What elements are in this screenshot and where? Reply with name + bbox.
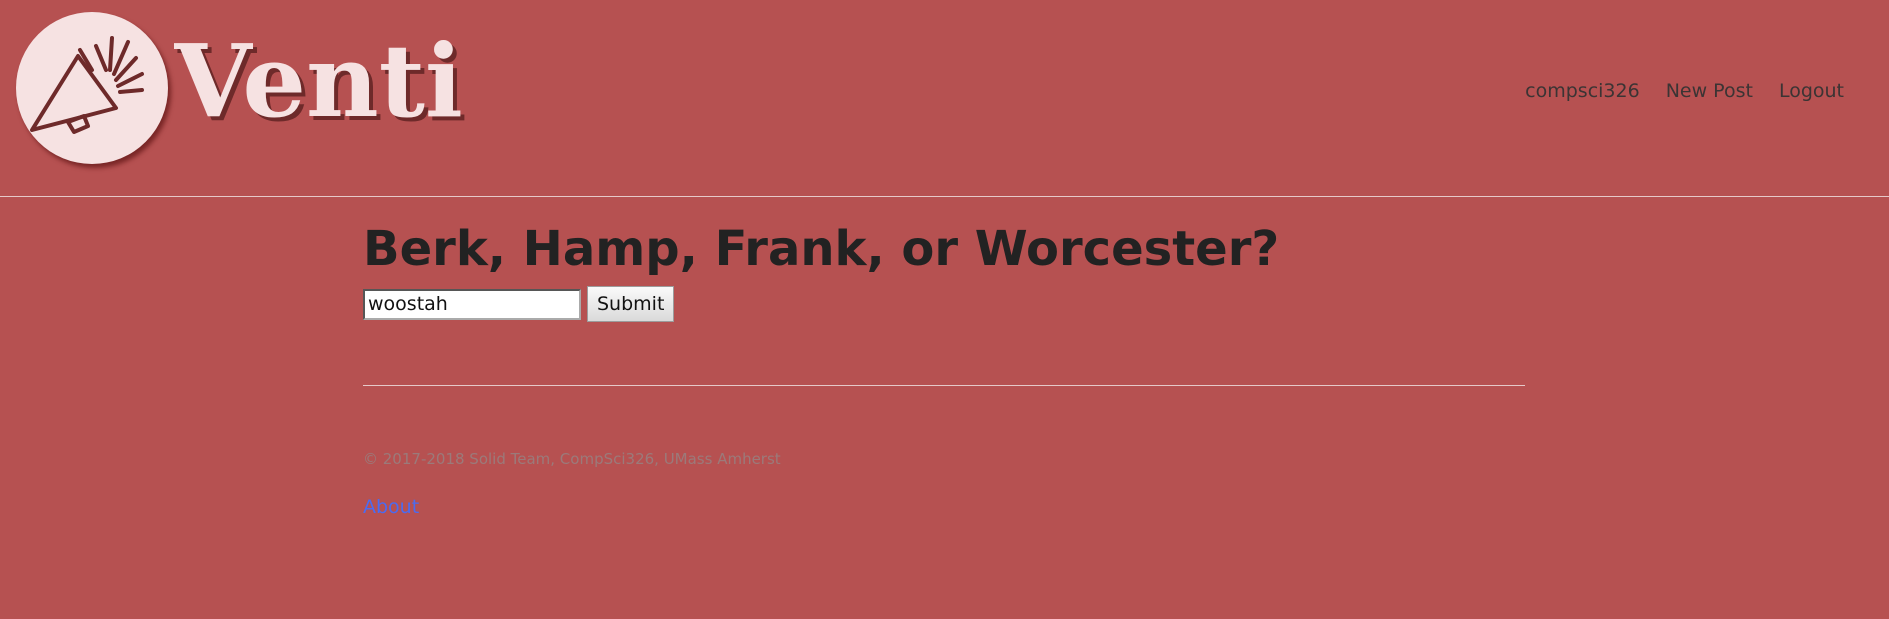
- about-link[interactable]: About: [363, 496, 419, 518]
- brand-wordmark-text: Venti: [174, 22, 463, 140]
- answer-input[interactable]: [363, 288, 581, 320]
- top-nav: compsci326 New Post Logout: [1525, 80, 1844, 102]
- main-content: Berk, Hamp, Frank, or Worcester? Submit: [363, 215, 1525, 322]
- megaphone-icon: [30, 36, 144, 134]
- answer-form: Submit: [363, 286, 1525, 322]
- nav-link-logout[interactable]: Logout: [1779, 80, 1844, 102]
- site-logo[interactable]: Venti Venti: [14, 10, 494, 170]
- copyright-text: © 2017-2018 Solid Team, CompSci326, UMas…: [363, 450, 781, 468]
- nav-link-new-post[interactable]: New Post: [1666, 80, 1753, 102]
- page-title: Berk, Hamp, Frank, or Worcester?: [363, 221, 1280, 277]
- brand-wordmark: Venti Venti: [174, 22, 467, 144]
- logo-badge: [16, 12, 168, 164]
- divider: [363, 385, 1525, 386]
- site-header: Venti Venti compsci326 New Post Logout: [0, 0, 1889, 197]
- nav-link-user[interactable]: compsci326: [1525, 80, 1640, 102]
- submit-button[interactable]: Submit: [587, 286, 675, 322]
